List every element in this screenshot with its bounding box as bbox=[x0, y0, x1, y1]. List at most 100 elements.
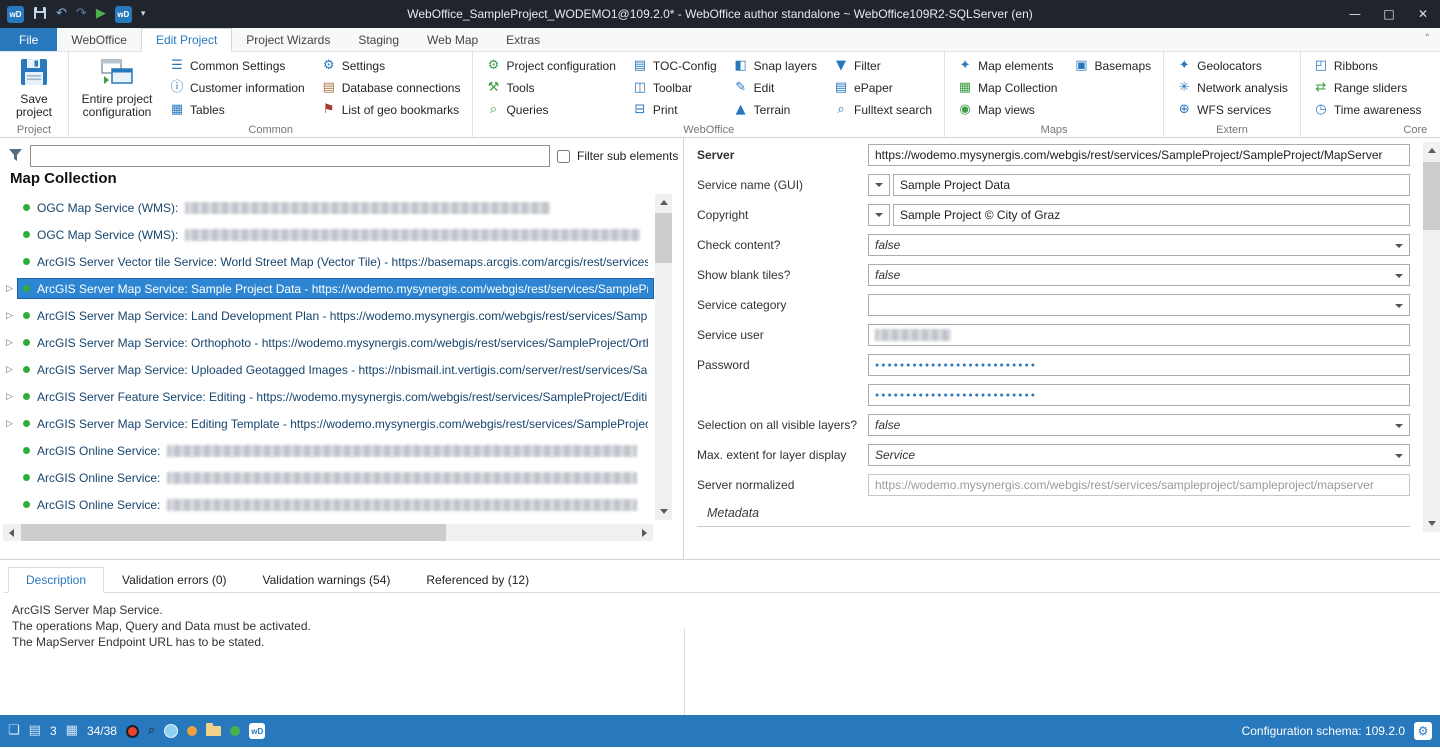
password-input[interactable]: ●●●●●●●●●●●●●●●●●●●●●●●●●● bbox=[868, 354, 1410, 376]
geolocators-button[interactable]: ✦Geolocators bbox=[1173, 55, 1291, 77]
ribbons-button[interactable]: ◰Ribbons bbox=[1310, 55, 1425, 77]
service-category-select[interactable] bbox=[868, 294, 1410, 316]
map-views-button[interactable]: ◉Map views bbox=[954, 99, 1060, 121]
tree-item-body[interactable]: OGC Map Service (WMS): bbox=[17, 197, 654, 218]
undo-icon[interactable]: ↶ bbox=[56, 6, 67, 22]
tab-validation-errors[interactable]: Validation errors (0) bbox=[104, 567, 244, 593]
tree-item-body[interactable]: ArcGIS Server Feature Service: Editing -… bbox=[17, 386, 654, 407]
service-name-dropdown-button[interactable] bbox=[868, 174, 890, 196]
filter-sub-elements-checkbox[interactable] bbox=[557, 150, 570, 163]
tree-item[interactable]: ▷ArcGIS Server Map Service: Orthophoto -… bbox=[2, 329, 654, 356]
collapse-ribbon-icon[interactable]: ˄ bbox=[1425, 32, 1431, 45]
customer-information-button[interactable]: ⓘCustomer information bbox=[166, 77, 308, 99]
tree-item-body[interactable]: ArcGIS Online Service: bbox=[17, 494, 654, 515]
tree-item[interactable]: OGC Map Service (WMS): bbox=[2, 194, 654, 221]
server-input[interactable] bbox=[868, 144, 1410, 166]
scroll-right-icon[interactable] bbox=[636, 524, 653, 541]
tables-button[interactable]: ▦Tables bbox=[166, 99, 308, 121]
tab-project-wizards[interactable]: Project Wizards bbox=[232, 28, 344, 51]
tree-item-body[interactable]: ArcGIS Online Service: bbox=[17, 440, 654, 461]
tree-item[interactable]: ▷ArcGIS Server Feature Service: Editing … bbox=[2, 383, 654, 410]
maximize-button[interactable]: □ bbox=[1372, 0, 1406, 28]
tab-edit-project[interactable]: Edit Project bbox=[141, 28, 232, 52]
tree-item[interactable]: ▷ArcGIS Server Map Service: Uploaded Geo… bbox=[2, 356, 654, 383]
tree-item[interactable]: ArcGIS Online Service: bbox=[2, 491, 654, 518]
save-project-button[interactable]: Save project bbox=[4, 54, 64, 119]
max-extent-select[interactable]: Service bbox=[868, 444, 1410, 466]
search-status-icon[interactable]: ⌕ bbox=[148, 723, 155, 739]
map-elements-button[interactable]: ✦Map elements bbox=[954, 55, 1060, 77]
tree-item-body[interactable]: ArcGIS Online Service: bbox=[17, 467, 654, 488]
redo-icon[interactable]: ↷ bbox=[76, 6, 87, 22]
tree-item[interactable]: OGC Map Service (WMS): bbox=[2, 221, 654, 248]
tools-button[interactable]: ⚒Tools bbox=[482, 77, 618, 99]
service-name-input[interactable] bbox=[893, 174, 1410, 196]
expand-arrow-icon[interactable]: ▷ bbox=[2, 365, 17, 375]
queries-button[interactable]: ⌕Queries bbox=[482, 99, 618, 121]
filter-button[interactable]: ▼Filter bbox=[830, 55, 935, 77]
show-blank-tiles-select[interactable]: false bbox=[868, 264, 1410, 286]
tab-description[interactable]: Description bbox=[8, 567, 104, 593]
quick-tools-button[interactable]: ✐Quick tools bbox=[1434, 55, 1440, 77]
schema-settings-icon[interactable]: ⚙ bbox=[1414, 722, 1432, 740]
toolbar-button[interactable]: ◫Toolbar bbox=[629, 77, 720, 99]
folder-status-icon[interactable] bbox=[206, 726, 221, 736]
globe-status-icon[interactable] bbox=[164, 724, 178, 738]
map-collection-button[interactable]: ▦Map Collection bbox=[954, 77, 1060, 99]
basemaps-button[interactable]: ▣Basemaps bbox=[1070, 55, 1154, 77]
terrain-button[interactable]: ▲Terrain bbox=[730, 99, 820, 121]
print-button[interactable]: ⊟Print bbox=[629, 99, 720, 121]
edit-button[interactable]: ✎Edit bbox=[730, 77, 820, 99]
tree-item-body[interactable]: ArcGIS Server Vector tile Service: World… bbox=[17, 251, 654, 272]
tab-file[interactable]: File bbox=[0, 28, 57, 51]
selection-visible-layers-select[interactable]: false bbox=[868, 414, 1410, 436]
scroll-left-icon[interactable] bbox=[3, 524, 20, 541]
entire-project-configuration-button[interactable]: Entire project configuration bbox=[73, 54, 161, 119]
time-awareness-button[interactable]: ◷Time awareness bbox=[1310, 99, 1425, 121]
minimize-button[interactable]: — bbox=[1338, 0, 1372, 28]
save-icon[interactable] bbox=[33, 6, 47, 23]
scroll-up-icon[interactable] bbox=[655, 194, 672, 211]
tree-item-body[interactable]: ArcGIS Server Map Service: Land Developm… bbox=[17, 305, 654, 326]
scrollbar-thumb[interactable] bbox=[655, 213, 672, 263]
table-status-icon[interactable]: ▦ bbox=[66, 723, 78, 739]
tree-item-body[interactable]: ArcGIS Server Map Service: Editing Templ… bbox=[17, 413, 654, 434]
tree-item-body[interactable]: ArcGIS Server Map Service: Sample Projec… bbox=[17, 278, 654, 299]
console-icon[interactable]: ❏ bbox=[8, 723, 20, 739]
tab-web-map[interactable]: Web Map bbox=[413, 28, 492, 51]
network-analysis-button[interactable]: ✳Network analysis bbox=[1173, 77, 1291, 99]
scroll-up-icon[interactable] bbox=[1423, 142, 1440, 159]
document-icon[interactable]: ▤ bbox=[29, 723, 41, 739]
tab-referenced-by[interactable]: Referenced by (12) bbox=[408, 567, 547, 593]
list-of-geo-bookmarks-button[interactable]: ⚑List of geo bookmarks bbox=[318, 99, 464, 121]
wfs-services-button[interactable]: ⊕WFS services bbox=[1173, 99, 1291, 121]
close-button[interactable]: ✕ bbox=[1406, 0, 1440, 28]
tree-item[interactable]: ▷ArcGIS Server Map Service: Sample Proje… bbox=[2, 275, 654, 302]
snap-layers-button[interactable]: ◧Snap layers bbox=[730, 55, 820, 77]
scrollbar-thumb[interactable] bbox=[21, 524, 446, 541]
password-confirm-input[interactable]: ●●●●●●●●●●●●●●●●●●●●●●●●●● bbox=[868, 384, 1410, 406]
range-sliders-button[interactable]: ⇄Range sliders bbox=[1310, 77, 1425, 99]
tree-item[interactable]: ▷ArcGIS Server Map Service: Editing Temp… bbox=[2, 410, 654, 437]
tree-vertical-scrollbar[interactable] bbox=[655, 194, 672, 520]
copyright-dropdown-button[interactable] bbox=[868, 204, 890, 226]
tree-item[interactable]: ▷ArcGIS Server Map Service: Land Develop… bbox=[2, 302, 654, 329]
tree-item-body[interactable]: OGC Map Service (WMS): bbox=[17, 224, 654, 245]
service-user-input[interactable] bbox=[868, 324, 1410, 346]
tree-item-body[interactable]: ArcGIS Server Map Service: Uploaded Geot… bbox=[17, 359, 654, 380]
weboffice-status-icon[interactable]: wD bbox=[249, 723, 265, 739]
weboffice-tool-icon[interactable]: wD bbox=[115, 6, 132, 23]
settings-button[interactable]: ⚙Settings bbox=[318, 55, 464, 77]
tree-item[interactable]: ArcGIS Online Service: bbox=[2, 464, 654, 491]
expand-arrow-icon[interactable]: ▷ bbox=[2, 338, 17, 348]
database-connections-button[interactable]: ▤Database connections bbox=[318, 77, 464, 99]
tree-item[interactable]: ArcGIS Online Service: bbox=[2, 437, 654, 464]
expand-arrow-icon[interactable]: ▷ bbox=[2, 311, 17, 321]
tree-filter-input[interactable] bbox=[30, 145, 550, 167]
tree-item[interactable]: ArcGIS Server Vector tile Service: World… bbox=[2, 248, 654, 275]
expand-arrow-icon[interactable]: ▷ bbox=[2, 419, 17, 429]
scrollbar-thumb[interactable] bbox=[1423, 162, 1440, 230]
properties-vertical-scrollbar[interactable] bbox=[1423, 142, 1440, 532]
run-icon[interactable]: ▶ bbox=[96, 6, 106, 22]
record-status-icon[interactable] bbox=[126, 725, 139, 738]
